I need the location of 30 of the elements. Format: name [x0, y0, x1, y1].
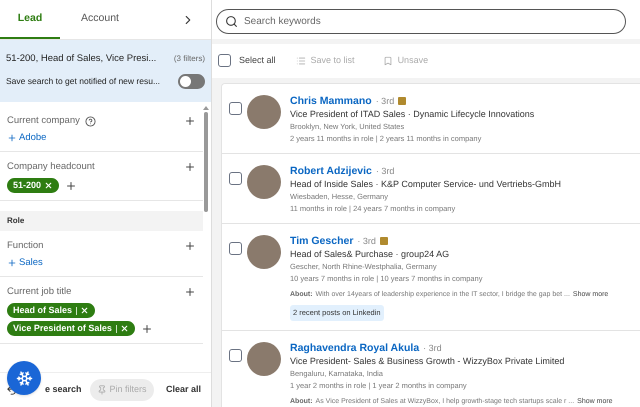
filter-label: Company headcount: [7, 161, 95, 173]
filter-count: (3 filters): [174, 54, 205, 64]
filter-label: Current company: [7, 115, 80, 127]
section-heading: Role: [7, 216, 24, 226]
connection-degree: · 3rd: [376, 95, 394, 108]
add-filter-link[interactable]: Adobe: [7, 132, 46, 144]
filter-chip[interactable]: 51-200: [7, 178, 60, 193]
tab[interactable]: Account: [70, 0, 130, 39]
job-title: Vice President- Sales & Business Growth - WizzyBox Private Limited: [290, 354, 566, 368]
save-search-button[interactable]: e search: [45, 383, 82, 397]
filter-chip[interactable]: Head of Sales: [7, 303, 96, 318]
lead-name-link[interactable]: Chris Mammano: [290, 94, 372, 108]
filter-label: Current job title: [7, 286, 72, 298]
filter-label: Function: [7, 240, 44, 252]
filter-chip[interactable]: Vice President of Sales: [7, 321, 135, 336]
lead-name-link[interactable]: Robert Adzijevic: [290, 164, 372, 178]
summary-text: 51-200, Head of Sales, Vice Presi...: [6, 53, 156, 65]
job-title: Head of Inside Sales · K&P Computer Service- und Vertriebs-GmbH: [290, 178, 561, 191]
select-all-label[interactable]: Select all: [239, 54, 276, 68]
save-search-label: Save search to get notified of new resu...: [6, 76, 160, 87]
job-title: Vice President of ITAD Sales · Dynamic Lifecycle Innovations: [290, 108, 534, 121]
lead-name-link[interactable]: Tim Gescher: [290, 234, 354, 248]
job-title: Head of Sales& Purchase · group24 AG: [290, 248, 450, 261]
connection-degree: · 3rd: [423, 342, 442, 354]
lead-name-link[interactable]: Raghavendra Royal Akula: [290, 342, 420, 355]
connection-degree: · 3rd: [376, 165, 394, 178]
search-field[interactable]: Search keywords: [216, 9, 626, 34]
clear-all-button[interactable]: Clear all: [166, 383, 201, 397]
connection-degree: · 3rd: [357, 235, 376, 248]
add-filter-link[interactable]: Sales: [7, 257, 43, 269]
